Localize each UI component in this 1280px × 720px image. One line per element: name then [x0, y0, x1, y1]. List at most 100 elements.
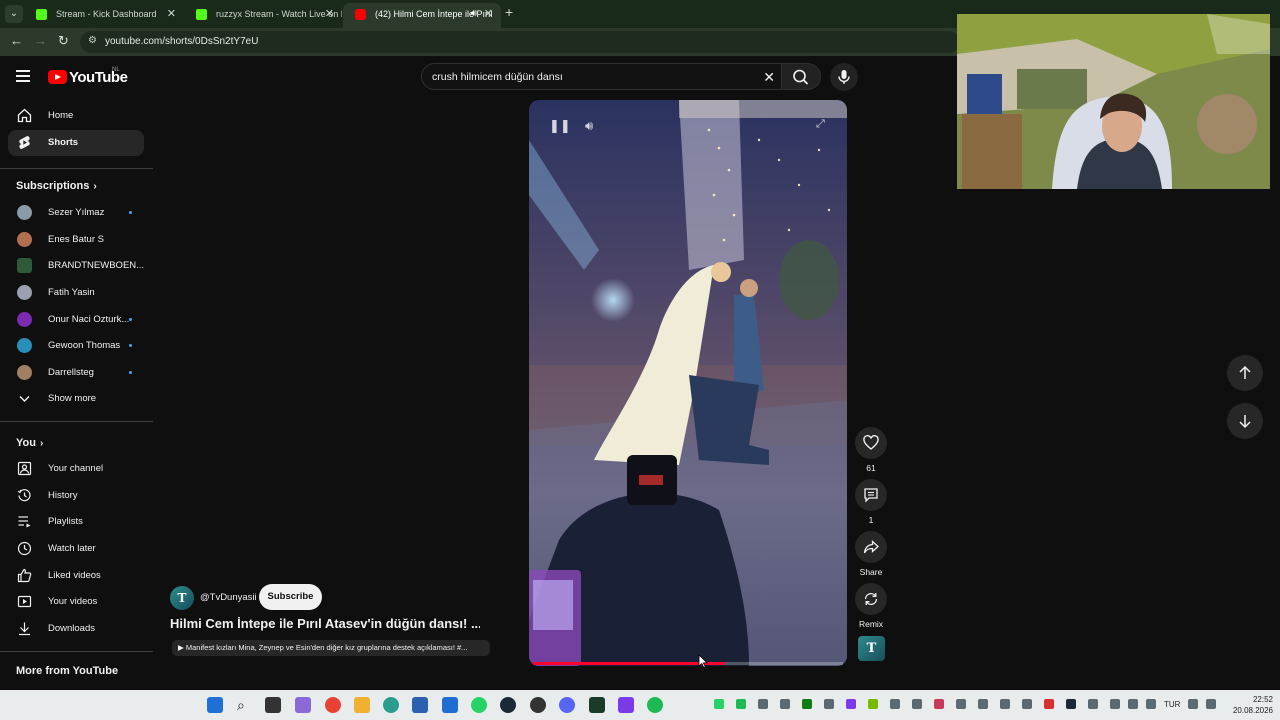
channel-avatar[interactable]: T — [170, 586, 194, 610]
app-icon[interactable] — [589, 697, 605, 713]
input-language[interactable]: TUR — [1164, 690, 1180, 720]
sidebar-item-history[interactable]: History — [8, 483, 144, 509]
related-video-chip[interactable]: ▶ Manifest kızları Mina, Zeynep ve Esin'… — [172, 640, 490, 656]
site-info-icon[interactable]: ⚙ — [88, 35, 97, 46]
sidebar-item-home[interactable]: Home — [8, 103, 144, 129]
sidebar-item-subscription[interactable]: Enes Batur S — [8, 227, 144, 253]
tab-search-button[interactable]: ⌄ — [5, 5, 23, 23]
task-view-icon[interactable] — [265, 697, 281, 713]
tray-icon[interactable] — [956, 699, 966, 709]
start-windows-icon[interactable] — [207, 697, 223, 713]
comment-action[interactable]: 1 — [855, 479, 887, 525]
menu-icon[interactable] — [16, 70, 30, 82]
remix-action[interactable]: Remix — [855, 583, 887, 629]
new-tab-button[interactable]: + — [505, 4, 513, 20]
discord-icon[interactable] — [559, 697, 575, 713]
tray-icon[interactable] — [978, 699, 988, 709]
sidebar-item-subscription[interactable]: Sezer Yılmaz — [8, 200, 144, 226]
browser-tab-kick-dashboard[interactable]: Stream - Kick Dashboard ✕ — [24, 3, 184, 28]
sidebar-item-your-channel[interactable]: Your channel — [8, 456, 144, 482]
tray-icon[interactable] — [1088, 699, 1098, 709]
tray-xbox-icon[interactable] — [802, 699, 812, 709]
sidebar-item-liked-videos[interactable]: Liked videos — [8, 563, 144, 589]
address-bar[interactable]: ⚙ youtube.com/shorts/0DsSn2tY7eU — [80, 31, 960, 53]
comment-button[interactable] — [855, 479, 887, 511]
shorts-video-player[interactable] — [529, 100, 847, 666]
you-header[interactable]: You › — [16, 437, 43, 449]
fullscreen-icon[interactable]: ⤢ — [816, 118, 825, 131]
tray-volume-icon[interactable] — [1206, 699, 1216, 709]
tray-network-icon[interactable] — [1188, 699, 1198, 709]
video-progress-bar[interactable] — [533, 662, 843, 665]
tray-whatsapp-icon[interactable] — [714, 699, 724, 709]
subscriptions-header[interactable]: Subscriptions › — [16, 180, 97, 192]
tray-icon[interactable] — [824, 699, 834, 709]
tray-mic-icon[interactable] — [1146, 699, 1156, 709]
store-icon[interactable] — [412, 697, 428, 713]
like-button[interactable] — [855, 427, 887, 459]
previous-short-button[interactable] — [1227, 355, 1263, 391]
sidebar-item-downloads[interactable]: Downloads — [8, 616, 144, 642]
taskbar-clock[interactable]: 22:52 20.08.2026 — [1225, 694, 1273, 716]
tray-spotify-icon[interactable] — [736, 699, 746, 709]
tray-icon[interactable] — [1022, 699, 1032, 709]
sidebar-item-subscription[interactable]: Darrellsteg — [8, 360, 144, 386]
tray-steam-icon[interactable] — [1066, 699, 1076, 709]
tray-icon[interactable] — [758, 699, 768, 709]
browser-tab-youtube[interactable]: (42) Hilmi Cem İntepe ile Pırıl 🔊︎ ✕ — [343, 3, 501, 28]
clear-search-icon[interactable]: ✕ — [763, 64, 775, 90]
tray-icon[interactable] — [912, 699, 922, 709]
steam-icon[interactable] — [500, 697, 516, 713]
voice-search-button[interactable] — [830, 63, 858, 91]
reload-icon[interactable]: ↻ — [58, 33, 69, 49]
sidebar-item-your-videos[interactable]: Your videos — [8, 589, 144, 615]
tray-usb-icon[interactable] — [1128, 699, 1138, 709]
sidebar-item-subscription[interactable]: Fatih Yasin — [8, 280, 144, 306]
audio-playing-icon[interactable]: 🔊︎ — [471, 3, 477, 25]
close-tab-icon[interactable]: ✕ — [167, 3, 176, 25]
share-button[interactable] — [855, 531, 887, 563]
sidebar-item-watch-later[interactable]: Watch later — [8, 536, 144, 562]
tray-icon[interactable] — [1044, 699, 1054, 709]
video-title[interactable]: Hilmi Cem İntepe ile Pırıl Atasev'in düğ… — [170, 616, 480, 631]
back-arrow-icon[interactable]: ← — [10, 33, 23, 48]
tray-icon[interactable] — [890, 699, 900, 709]
whatsapp-icon[interactable] — [471, 697, 487, 713]
search-button[interactable] — [781, 63, 821, 90]
sidebar-item-subscription[interactable]: Gewoon Thomas — [8, 333, 144, 359]
sidebar-item-playlists[interactable]: Playlists — [8, 509, 144, 535]
chrome-icon[interactable] — [325, 697, 341, 713]
app-icon[interactable] — [618, 697, 634, 713]
close-tab-icon[interactable]: ✕ — [484, 3, 493, 25]
sidebar-item-subscription[interactable]: Onur Naci Ozturk... — [8, 307, 144, 333]
search-icon[interactable]: ⌕ — [237, 697, 253, 713]
close-tab-icon[interactable]: ✕ — [325, 3, 334, 25]
tray-icon[interactable] — [1110, 699, 1120, 709]
subscribe-button[interactable]: Subscribe — [259, 584, 322, 610]
volume-icon[interactable]: 🔊︎ — [585, 118, 593, 134]
pause-icon[interactable]: ❚❚ — [549, 118, 571, 134]
show-more-button[interactable]: Show more — [8, 386, 144, 412]
outlook-icon[interactable] — [442, 697, 458, 713]
search-input[interactable]: crush hilmicem düğün dansı ✕ — [421, 63, 781, 90]
like-action[interactable]: 61 — [855, 427, 887, 473]
spotify-icon[interactable] — [647, 697, 663, 713]
tray-icon[interactable] — [846, 699, 856, 709]
channel-handle[interactable]: @TvDunyasii — [200, 586, 257, 610]
next-short-button[interactable] — [1227, 403, 1263, 439]
tray-icon[interactable] — [1000, 699, 1010, 709]
browser-tab-ruzzyx[interactable]: ruzzyx Stream - Watch Live on Kick ✕ — [184, 3, 342, 28]
tray-nvidia-icon[interactable] — [868, 699, 878, 709]
file-explorer-icon[interactable] — [354, 697, 370, 713]
copilot-icon[interactable] — [295, 697, 311, 713]
sidebar-item-subscription[interactable]: BRANDTNEWBOEN... — [8, 253, 144, 279]
remix-button[interactable] — [855, 583, 887, 615]
tray-icon[interactable] — [780, 699, 790, 709]
share-action[interactable]: Share — [855, 531, 887, 577]
forward-arrow-icon[interactable]: → — [34, 33, 47, 48]
channel-thumbnail[interactable]: T — [858, 636, 885, 661]
edge-icon[interactable] — [383, 697, 399, 713]
sidebar-item-shorts[interactable]: Shorts — [8, 130, 144, 156]
app-icon[interactable] — [530, 697, 546, 713]
tray-icon[interactable] — [934, 699, 944, 709]
